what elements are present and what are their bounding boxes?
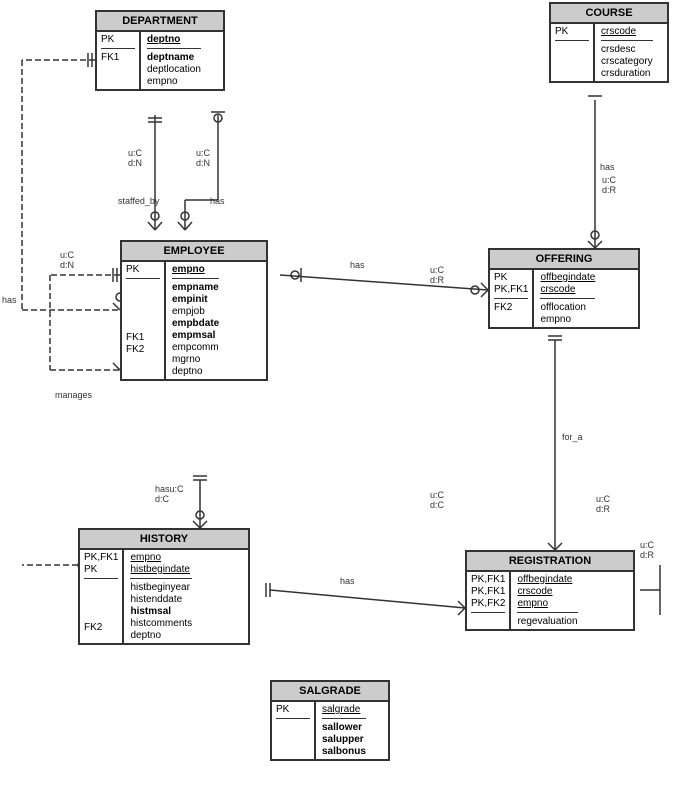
- dept-fk-label: FK1: [101, 52, 135, 63]
- label-has-dept: has: [210, 196, 225, 206]
- label-uc-dc-hist: u:Cd:C: [430, 490, 444, 510]
- department-entity: DEPARTMENT PK FK1 deptno deptname deptlo…: [95, 10, 225, 91]
- emp-attr-empbdate: empbdate: [172, 318, 219, 329]
- label-staffed-by: staffed_by: [118, 196, 159, 206]
- offering-attr-offlocation: offlocation: [540, 302, 595, 313]
- offering-attr-empno: empno: [540, 314, 595, 325]
- course-attr-crsdesc: crsdesc: [601, 44, 653, 55]
- dept-attr-deptname: deptname: [147, 52, 201, 63]
- registration-entity: REGISTRATION PK,FK1 PK,FK1 PK,FK2 offbeg…: [465, 550, 635, 631]
- label-uc-dn-dept2: u:Cd:N: [196, 148, 210, 168]
- hist-attr-histcomments: histcomments: [130, 618, 192, 629]
- label-manages: manages: [55, 390, 92, 400]
- reg-pkfk1-label: PK,FK1: [471, 574, 505, 585]
- history-entity: HISTORY PK,FK1 PK FK2 empno histbegindat…: [78, 528, 250, 645]
- label-uc-dr-offering: u:Cd:R: [430, 265, 444, 285]
- employee-title: EMPLOYEE: [122, 242, 266, 262]
- label-has-left: has: [2, 295, 17, 305]
- course-title: COURSE: [551, 4, 667, 24]
- reg-pk-crscode: crscode: [517, 586, 577, 597]
- reg-pkfk1b-label: PK,FK1: [471, 586, 505, 597]
- label-uc-dn-dept1: u:Cd:N: [128, 148, 142, 168]
- hist-pk-histbegindate: histbegindate: [130, 564, 192, 575]
- hist-pk-empno: empno: [130, 552, 192, 563]
- course-attr-crsduration: crsduration: [601, 68, 653, 79]
- label-for-a: for_a: [562, 432, 583, 442]
- label-has-course: has: [600, 162, 615, 172]
- emp-attr-empmsal: empmsal: [172, 330, 219, 341]
- history-title: HISTORY: [80, 530, 248, 550]
- hist-fk2-label: FK2: [84, 622, 118, 633]
- emp-pk-label: PK: [126, 264, 160, 275]
- offering-fk2-label: FK2: [494, 302, 528, 313]
- sal-pk-label: PK: [276, 704, 310, 715]
- hist-pk-label: PK: [84, 564, 118, 575]
- registration-title: REGISTRATION: [467, 552, 633, 572]
- dept-attr-empno: empno: [147, 76, 201, 87]
- hist-attr-histenddate: histenddate: [130, 594, 192, 605]
- sal-attr-salupper: salupper: [322, 734, 366, 745]
- offering-entity: OFFERING PK PK,FK1 FK2 offbegindate crsc…: [488, 248, 640, 329]
- diagram-container: DEPARTMENT PK FK1 deptno deptname deptlo…: [0, 0, 690, 803]
- hist-attr-deptno: deptno: [130, 630, 192, 641]
- offering-pkfk1-crscode: crscode: [540, 284, 595, 295]
- emp-attr-empcomm: empcomm: [172, 342, 219, 353]
- hist-attr-histmsal: histmsal: [130, 606, 192, 617]
- course-entity: COURSE PK crscode crsdesc crscategory cr…: [549, 2, 669, 83]
- dept-pk-label: PK: [101, 34, 135, 45]
- offering-pkfk1-label: PK,FK1: [494, 284, 528, 295]
- label-uc-dr-course: u:Cd:R: [602, 175, 616, 195]
- emp-fk2-label: FK2: [126, 344, 160, 355]
- label-uc-dr-reg2: u:Cd:R: [640, 540, 654, 560]
- reg-attr-regevaluation: regevaluation: [517, 616, 577, 627]
- department-title: DEPARTMENT: [97, 12, 223, 32]
- sal-attr-salbonus: salbonus: [322, 746, 366, 757]
- salgrade-entity: SALGRADE PK salgrade sallower salupper s…: [270, 680, 390, 761]
- dept-attr-deptlocation: deptlocation: [147, 64, 201, 75]
- label-hasuC-dC: hasu:Cd:C: [155, 484, 184, 504]
- label-uc-dn-left: u:Cd:N: [60, 250, 74, 270]
- offering-pk-label: PK: [494, 272, 528, 283]
- course-attr-crscategory: crscategory: [601, 56, 653, 67]
- sal-attr-sallower: sallower: [322, 722, 366, 733]
- course-pk-label: PK: [555, 26, 589, 37]
- salgrade-title: SALGRADE: [272, 682, 388, 702]
- course-pk-attr: crscode: [601, 26, 653, 37]
- dept-pk-attr: deptno: [147, 34, 201, 45]
- reg-pk-offbegindate: offbegindate: [517, 574, 577, 585]
- emp-pk-attr: empno: [172, 264, 219, 275]
- label-has-emp-offering: has: [350, 260, 365, 270]
- reg-pkfk2-label: PK,FK2: [471, 598, 505, 609]
- sal-pk-salgrade: salgrade: [322, 704, 366, 715]
- label-has-hist: has: [340, 576, 355, 586]
- reg-pk-empno: empno: [517, 598, 577, 609]
- emp-fk1-label: FK1: [126, 332, 160, 343]
- emp-attr-empinit: empinit: [172, 294, 219, 305]
- offering-pk-offbegindate: offbegindate: [540, 272, 595, 283]
- hist-attr-histbeginyear: histbeginyear: [130, 582, 192, 593]
- emp-attr-deptno: deptno: [172, 366, 219, 377]
- employee-entity: EMPLOYEE PK FK1 FK2 empno empname empini…: [120, 240, 268, 381]
- emp-attr-empname: empname: [172, 282, 219, 293]
- emp-attr-mgrno: mgrno: [172, 354, 219, 365]
- label-uc-dr-reg1: u:Cd:R: [596, 494, 610, 514]
- offering-title: OFFERING: [490, 250, 638, 270]
- emp-attr-empjob: empjob: [172, 306, 219, 317]
- hist-pkfk1-label: PK,FK1: [84, 552, 118, 563]
